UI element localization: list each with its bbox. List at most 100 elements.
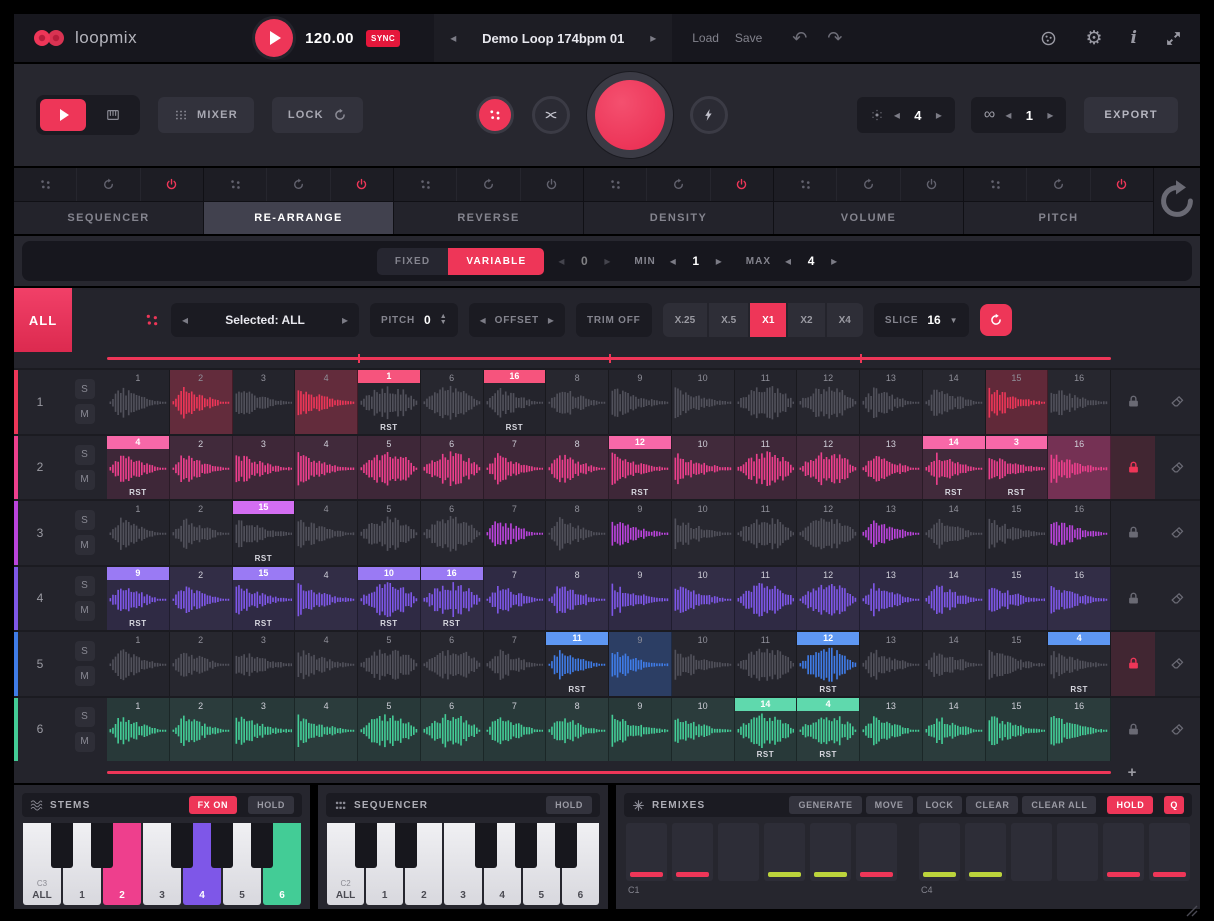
power-icon[interactable] — [901, 168, 963, 201]
lock-button[interactable]: LOCK — [272, 97, 363, 133]
power-icon[interactable] — [331, 168, 393, 201]
tab-volume[interactable]: VOLUME — [774, 202, 963, 234]
slice-cell[interactable]: 14 — [923, 698, 986, 762]
slice-cell[interactable]: 3RST — [986, 436, 1049, 500]
row-lock-button[interactable] — [1111, 632, 1155, 696]
preset-next-icon[interactable]: ▸ — [650, 32, 656, 44]
pitch-spinner[interactable]: ▲▼ — [440, 314, 447, 325]
fixed-button[interactable]: FIXED — [377, 248, 448, 275]
dice-icon[interactable] — [14, 168, 77, 201]
row-erase-button[interactable] — [1155, 698, 1200, 762]
piano-black-key[interactable] — [555, 823, 577, 868]
tab-reverse[interactable]: REVERSE — [394, 202, 583, 234]
dice-icon[interactable] — [964, 168, 1027, 201]
piano-black-key[interactable] — [251, 823, 273, 868]
slice-cell[interactable]: 16RST — [484, 370, 547, 434]
slice-cell[interactable]: 15 — [986, 370, 1049, 434]
slice-cell[interactable]: 11 — [735, 632, 798, 696]
row-lock-button[interactable] — [1111, 698, 1155, 762]
slice-cell[interactable]: 10 — [672, 436, 735, 500]
solo-button[interactable]: S — [75, 707, 95, 727]
slice-cell[interactable]: 11RST — [546, 632, 609, 696]
slice-cell[interactable]: 4 — [295, 632, 358, 696]
refresh-icon[interactable] — [457, 168, 520, 201]
row-erase-button[interactable] — [1155, 436, 1200, 500]
remix-slot[interactable] — [856, 823, 897, 881]
piano-black-key[interactable] — [475, 823, 497, 868]
bpm-display[interactable]: 120.00 — [305, 30, 354, 47]
power-icon[interactable] — [141, 168, 203, 201]
slice-cell[interactable]: 2 — [170, 501, 233, 565]
slice-cell[interactable]: 16RST — [421, 567, 484, 631]
dice-icon[interactable] — [584, 168, 647, 201]
piano-black-key[interactable] — [91, 823, 113, 868]
slice-cell[interactable]: 14RST — [923, 436, 986, 500]
slice-cell[interactable]: 9 — [609, 501, 672, 565]
undo-icon[interactable]: ↶ — [792, 28, 807, 49]
remix-slot[interactable] — [810, 823, 851, 881]
slice-cell[interactable]: 16 — [1048, 370, 1111, 434]
row-erase-button[interactable] — [1155, 567, 1200, 631]
row-lock-button[interactable] — [1111, 567, 1155, 631]
min-prev-icon[interactable]: ◂ — [670, 255, 676, 267]
slice-cell[interactable]: 13 — [860, 698, 923, 762]
remix-slot[interactable] — [764, 823, 805, 881]
remix-slot[interactable] — [1057, 823, 1098, 881]
slice-cell[interactable]: 10 — [672, 370, 735, 434]
slice-cell[interactable]: 2 — [170, 436, 233, 500]
slice-cell[interactable]: 14 — [923, 632, 986, 696]
slice-cell[interactable]: 11 — [735, 436, 798, 500]
slice-cell[interactable]: 15RST — [233, 567, 296, 631]
slice-cell[interactable]: 7 — [484, 567, 547, 631]
settings-gear-icon[interactable]: ⚙ — [1085, 29, 1102, 48]
slice-cell[interactable]: 8 — [546, 370, 609, 434]
slice-cell[interactable]: 15 — [986, 632, 1049, 696]
offset-left-icon[interactable]: ◂ — [480, 314, 486, 326]
lock-button[interactable]: LOCK — [917, 796, 963, 814]
randomizer-ball-icon[interactable] — [1040, 30, 1057, 47]
refresh-all-icon[interactable] — [1154, 168, 1200, 234]
slice-cell[interactable]: 6 — [421, 370, 484, 434]
slice-cell[interactable]: 1RST — [358, 370, 421, 434]
preset-name[interactable]: Demo Loop 174bpm 01 — [482, 31, 624, 46]
power-icon[interactable] — [711, 168, 773, 201]
slice-cell[interactable]: 4RST — [1048, 632, 1111, 696]
slice-cell[interactable]: 1 — [107, 698, 170, 762]
load-button[interactable]: Load — [692, 31, 719, 45]
slice-cell[interactable]: 11 — [735, 501, 798, 565]
slice-cell[interactable]: 4RST — [107, 436, 170, 500]
tab-density[interactable]: DENSITY — [584, 202, 773, 234]
slice-cell[interactable]: 12RST — [609, 436, 672, 500]
slice-cell[interactable]: 4RST — [797, 698, 860, 762]
slice-cell[interactable]: 8 — [546, 501, 609, 565]
mute-button[interactable]: M — [75, 666, 95, 686]
slice-cell[interactable]: 12 — [797, 436, 860, 500]
selected-prev-icon[interactable]: ◂ — [182, 314, 188, 326]
remix-slot[interactable] — [626, 823, 667, 881]
mute-button[interactable]: M — [75, 732, 95, 752]
piano-black-key[interactable] — [395, 823, 417, 868]
max-prev-icon[interactable]: ◂ — [785, 255, 791, 267]
row-erase-button[interactable] — [1155, 632, 1200, 696]
slice-cell[interactable]: 13 — [860, 567, 923, 631]
slice-cell[interactable]: 1 — [107, 632, 170, 696]
slice-cell[interactable]: 12RST — [797, 632, 860, 696]
slice-cell[interactable]: 9 — [609, 370, 672, 434]
dice-randomize-button[interactable] — [476, 96, 514, 134]
power-icon[interactable] — [1091, 168, 1153, 201]
clear-all-button[interactable]: CLEAR ALL — [1022, 796, 1096, 814]
loop-next-icon[interactable]: ▸ — [1047, 109, 1053, 121]
generate-button[interactable]: GENERATE — [789, 796, 861, 814]
refresh-icon[interactable] — [77, 168, 140, 201]
crossfade-swap-button[interactable] — [532, 96, 570, 134]
slice-cell[interactable]: 15 — [986, 567, 1049, 631]
slice-count-dropdown[interactable]: SLICE 16 ▼ — [874, 303, 969, 337]
slice-cell[interactable]: 12 — [797, 567, 860, 631]
slice-cell[interactable]: 13 — [860, 632, 923, 696]
play-button[interactable] — [255, 19, 293, 57]
slice-cell[interactable]: 14 — [923, 370, 986, 434]
refresh-icon[interactable] — [1027, 168, 1090, 201]
slice-cell[interactable]: 16 — [1048, 567, 1111, 631]
fx-on-button[interactable]: FX ON — [189, 796, 238, 814]
remix-slot[interactable] — [1011, 823, 1052, 881]
